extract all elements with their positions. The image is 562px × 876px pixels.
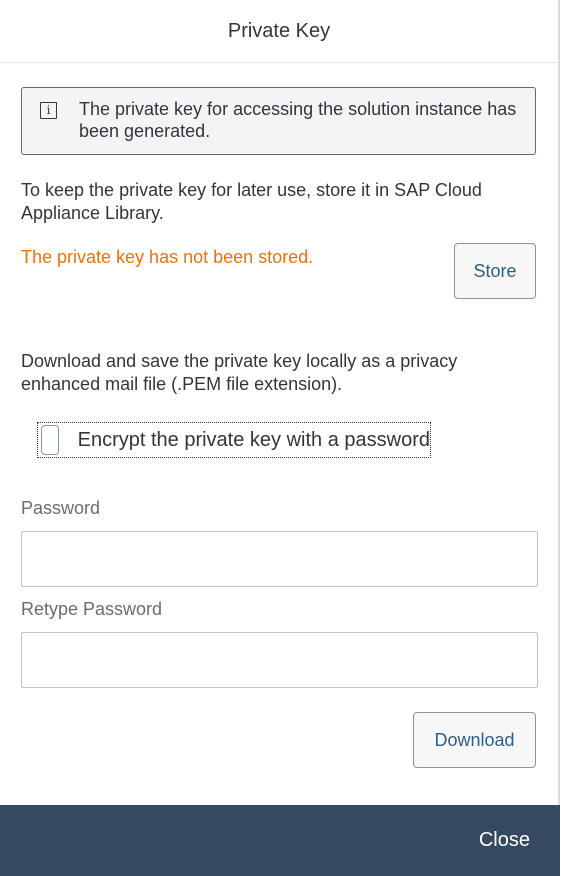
not-stored-warning: The private key has not been stored. [21, 247, 314, 267]
store-button[interactable]: Store [454, 243, 536, 299]
dialog-footer: Close [0, 805, 560, 876]
password-input[interactable] [21, 531, 538, 587]
info-message-text: The private key for accessing the soluti… [79, 99, 517, 141]
encrypt-checkbox-label[interactable]: Encrypt the private key with a password [78, 429, 430, 452]
download-description: Download and save the private key locall… [21, 351, 458, 394]
retype-password-input[interactable] [21, 632, 538, 688]
dialog-title: Private Key [227, 19, 331, 42]
dialog-header: Private Key [0, 0, 558, 63]
download-row: Download [21, 712, 536, 768]
private-key-dialog: Private Key i The private key for access… [0, 0, 560, 876]
password-label: Password [21, 498, 101, 518]
store-description: To keep the private key for later use, s… [21, 180, 482, 223]
info-icon: i [40, 102, 57, 119]
info-message-strip: i The private key for accessing the solu… [21, 87, 536, 155]
close-button[interactable]: Close [473, 828, 536, 853]
retype-password-label: Retype Password [21, 599, 163, 619]
dialog-content: i The private key for accessing the solu… [0, 87, 558, 768]
encrypt-checkbox[interactable] [41, 425, 59, 455]
store-row: The private key has not been stored. Sto… [21, 243, 536, 299]
encrypt-checkbox-row[interactable]: Encrypt the private key with a password [37, 422, 431, 458]
download-button[interactable]: Download [413, 712, 536, 768]
